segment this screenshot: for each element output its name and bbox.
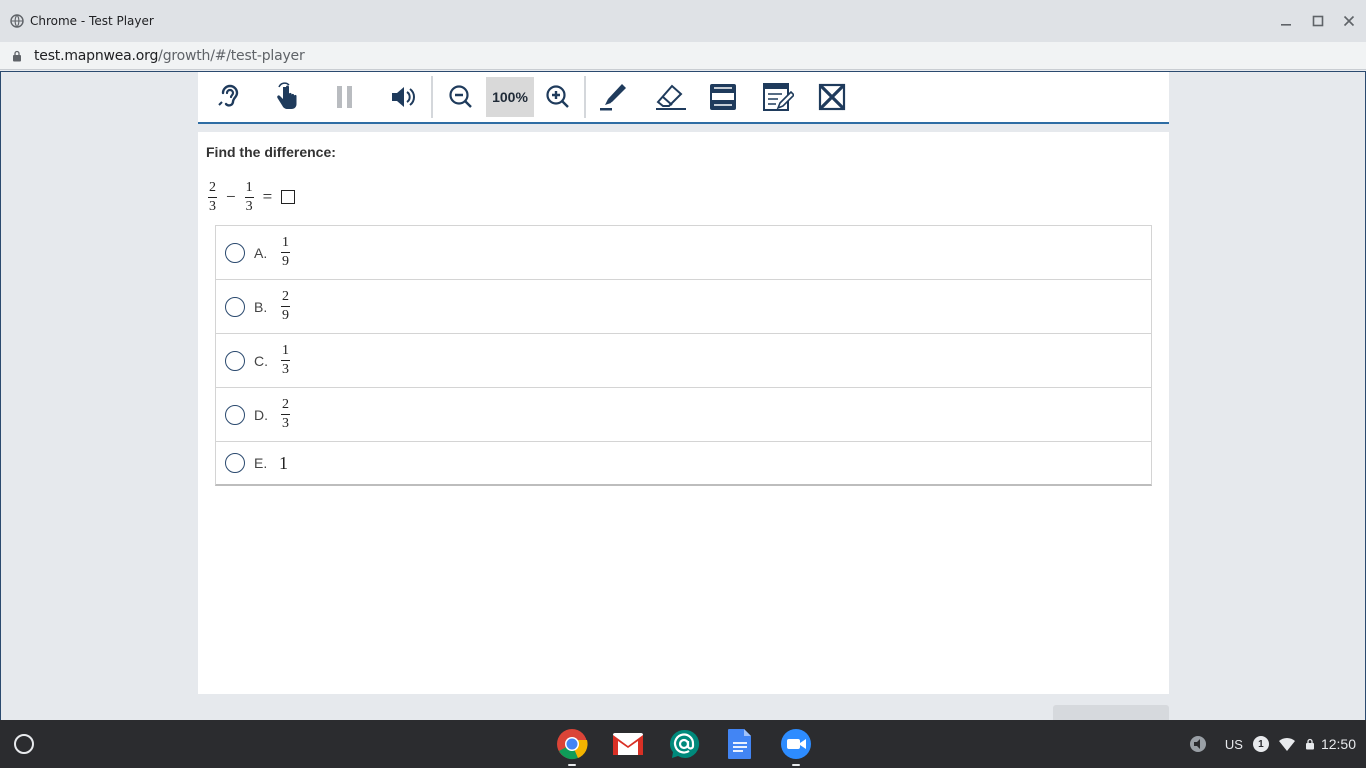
line-reader-icon (710, 84, 736, 110)
at-sign-icon (670, 729, 700, 758)
radio-button[interactable] (225, 404, 245, 425)
touch-select-button[interactable] (263, 76, 311, 118)
option-fraction: 1 9 (281, 235, 290, 269)
running-indicator (792, 764, 800, 766)
maximize-button[interactable] (1309, 12, 1327, 30)
option-b[interactable]: B. 2 9 (216, 280, 1151, 334)
fraction-one-third: 1 3 (244, 179, 254, 214)
running-indicator (568, 764, 576, 766)
status-tray[interactable]: US 1 12:50 (1179, 728, 1356, 760)
eraser-icon (656, 84, 686, 110)
lock-icon (13, 50, 21, 62)
option-letter: B. (254, 298, 268, 315)
clock: 12:50 (1320, 736, 1356, 752)
option-e[interactable]: E. 1 (216, 442, 1151, 484)
listen-button[interactable] (206, 76, 254, 118)
pause-button[interactable] (321, 76, 369, 118)
option-fraction: 2 3 (281, 397, 290, 431)
gmail-icon (613, 733, 643, 755)
radio-button[interactable] (225, 350, 245, 371)
chrome-app[interactable] (554, 726, 590, 766)
notepad-icon (763, 83, 794, 111)
wifi-item (1278, 737, 1295, 751)
eraser-button[interactable] (647, 76, 695, 118)
launcher-button[interactable] (14, 734, 34, 754)
url-path: /growth/#/test-player (158, 48, 305, 64)
option-a[interactable]: A. 1 9 (216, 226, 1151, 280)
notification-count: 1 (1252, 736, 1269, 752)
docs-app[interactable] (722, 726, 758, 762)
answer-blank-box (281, 190, 296, 204)
option-c[interactable]: C. 1 3 (216, 334, 1151, 388)
minus-sign: − (226, 187, 236, 206)
radio-button[interactable] (225, 296, 245, 317)
window-title: Chrome - Test Player (30, 14, 154, 28)
test-toolbar: 100% (198, 72, 1169, 124)
radio-button[interactable] (225, 242, 245, 263)
chat-app[interactable] (666, 726, 702, 762)
close-window-button[interactable] (1340, 12, 1358, 30)
accessibility-item[interactable] (1189, 735, 1207, 753)
notepad-button[interactable] (754, 76, 802, 118)
option-letter: E. (254, 455, 268, 471)
line-reader-button[interactable] (699, 76, 747, 118)
os-shelf: US 1 12:50 (0, 720, 1366, 768)
volume-icon (392, 87, 415, 107)
option-fraction: 1 3 (281, 343, 290, 377)
fraction-two-thirds: 2 3 (208, 179, 217, 214)
volume-button[interactable] (380, 76, 428, 118)
docs-icon (728, 729, 751, 759)
pause-icon (337, 86, 352, 108)
option-whole-number: 1 (279, 452, 288, 473)
answer-eliminator-button[interactable] (808, 76, 856, 118)
minimize-icon (1281, 24, 1291, 26)
question-prompt: Find the difference: (206, 144, 336, 160)
lock-icon (1305, 738, 1314, 750)
video-camera-icon (781, 729, 811, 759)
equals-sign: = (262, 187, 273, 206)
select-to-speak-icon (1189, 736, 1206, 752)
highlighter-button[interactable] (591, 76, 639, 118)
maximize-icon (1312, 15, 1324, 27)
option-d[interactable]: D. 2 3 (216, 388, 1151, 442)
option-letter: A. (254, 244, 268, 261)
zoom-level: 100% (486, 77, 534, 117)
question-panel: Find the difference: 2 3 − 1 3 = A. 1 9 (198, 132, 1169, 694)
globe-icon (10, 14, 24, 28)
question-equation: 2 3 − 1 3 = (206, 179, 296, 214)
zoom-app[interactable] (778, 726, 814, 766)
page-viewport: 100% Find the difference: 2 3 − 1 3 = A.… (0, 71, 1366, 720)
minimize-button[interactable] (1277, 12, 1295, 30)
address-bar[interactable]: test.mapnwea.org/growth/#/test-player (0, 42, 1366, 70)
touch-icon (277, 82, 297, 109)
wifi-icon (1278, 737, 1295, 751)
url-host: test.mapnwea.org (34, 48, 159, 64)
gmail-app[interactable] (610, 726, 646, 762)
url-text[interactable]: test.mapnwea.org/growth/#/test-player (34, 48, 305, 64)
toolbar-separator (431, 76, 433, 118)
close-icon (1343, 15, 1355, 27)
option-fraction: 2 9 (281, 289, 290, 323)
chrome-icon (557, 729, 588, 760)
zoom-out-icon (449, 85, 472, 108)
listen-icon (218, 84, 239, 107)
zoom-out-button[interactable] (437, 76, 485, 118)
answer-options: A. 1 9 B. 2 9 C. 1 3 D. 2 3 E. 1 (215, 225, 1152, 486)
toolbar-separator (584, 76, 586, 118)
locale-label: US (1224, 736, 1243, 752)
radio-button[interactable] (225, 453, 245, 473)
highlighter-icon (600, 84, 626, 111)
zoom-in-button[interactable] (534, 76, 582, 118)
window-titlebar: Chrome - Test Player (0, 0, 1366, 42)
next-button[interactable] (1053, 705, 1169, 720)
answer-eliminator-icon (818, 83, 846, 111)
option-letter: C. (254, 352, 268, 369)
battery-item (1305, 738, 1315, 750)
zoom-in-icon (546, 85, 569, 108)
option-letter: D. (254, 406, 268, 423)
